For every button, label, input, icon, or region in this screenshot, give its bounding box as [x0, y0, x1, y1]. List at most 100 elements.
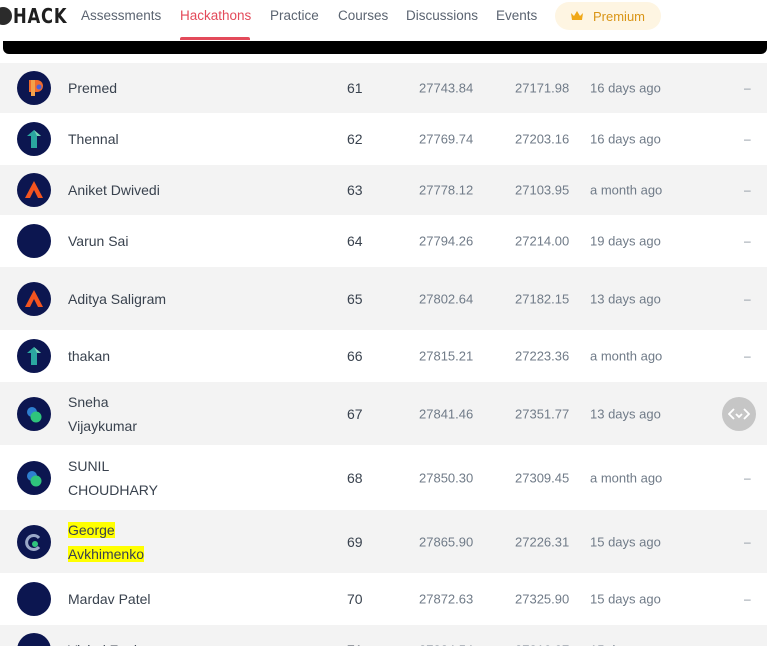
user-avatar[interactable]	[17, 122, 51, 156]
score-2: 27316.07	[515, 643, 569, 646]
submission-time: 15 days ago	[590, 534, 661, 549]
user-name[interactable]: SUNIL CHOUDHARY	[68, 454, 178, 502]
user-name[interactable]: Aniket Dwivedi	[68, 178, 160, 202]
rank: 68	[347, 469, 363, 486]
submission-time: a month ago	[590, 348, 663, 364]
user-avatar[interactable]	[17, 339, 51, 373]
rank: 67	[347, 405, 363, 422]
action-dash: –	[744, 592, 751, 606]
view-code-button[interactable]	[722, 396, 756, 431]
rank: 65	[347, 290, 363, 307]
score-2: 27171.98	[515, 80, 570, 96]
score-2: 27223.36	[515, 348, 570, 364]
user-avatar[interactable]	[17, 582, 51, 616]
hackerearth-logo[interactable]: HACK	[0, 4, 79, 28]
score-1: 27884.54	[419, 643, 473, 646]
leaderboard-row: Sneha Vijaykumar 67 27841.46 27351.77 13 day…	[0, 382, 767, 446]
user-name[interactable]: Thennal	[68, 127, 119, 151]
blank-avatar-icon	[17, 224, 51, 258]
submission-time: 15 days ago	[590, 643, 661, 646]
action-dash: –	[744, 183, 751, 197]
user-avatar[interactable]	[17, 281, 51, 316]
score-1: 27841.46	[419, 406, 474, 421]
rank: 71	[347, 642, 363, 646]
orange-triangle-icon	[25, 181, 43, 198]
leaderboard-row: SUNIL CHOUDHARY 68 27850.30 27309.45 a month…	[0, 446, 767, 510]
crown-icon	[571, 11, 583, 20]
user-avatar[interactable]	[17, 396, 51, 431]
premium-button[interactable]: Premium	[555, 2, 661, 30]
blank-avatar-icon	[17, 582, 51, 616]
teal-arrow-icon	[27, 130, 41, 148]
score-1: 27769.74	[419, 131, 474, 147]
blank-avatar-icon	[17, 633, 51, 646]
nav-discussions[interactable]: Discussions	[406, 8, 478, 23]
rank: 69	[347, 533, 363, 550]
nav-courses[interactable]: Courses	[338, 8, 388, 23]
submission-time: 13 days ago	[590, 291, 661, 306]
user-avatar[interactable]	[17, 224, 51, 258]
user-avatar[interactable]	[17, 460, 51, 495]
score-2: 27226.31	[515, 534, 570, 549]
nav-assessments[interactable]: Assessments	[81, 8, 161, 23]
rank: 70	[347, 591, 363, 607]
action-dash: –	[744, 132, 751, 146]
astronaut-logo-icon	[0, 7, 12, 25]
leaderboard-row: Varun Sai 64 27794.26 27214.00 19 days ago –	[0, 216, 767, 267]
user-avatar[interactable]	[17, 633, 51, 646]
leaderboard-row: Aditya Saligram 65 27802.64 27182.15 13 days…	[0, 267, 767, 331]
score-1: 27865.90	[419, 534, 474, 549]
nav-events[interactable]: Events	[496, 8, 537, 23]
user-avatar[interactable]	[17, 524, 51, 559]
user-name[interactable]: George Avkhimenko	[68, 518, 178, 566]
user-name[interactable]: Premed	[68, 76, 117, 100]
nav-practice[interactable]: Practice	[270, 8, 319, 23]
score-1: 27872.63	[419, 591, 474, 607]
teal-arrow-icon	[27, 347, 41, 365]
user-name[interactable]: thakan	[68, 344, 110, 368]
score-1: 27802.64	[419, 291, 474, 306]
submission-time: 16 days ago	[590, 131, 661, 147]
leaderboard-row: thakan 66 27815.21 27223.36 a month ago –	[0, 331, 767, 382]
score-1: 27815.21	[419, 348, 474, 364]
leaderboard-row: George Avkhimenko 69 27865.90 27226.31 15 da…	[0, 510, 767, 574]
nav-hackathons[interactable]: Hackathons	[180, 8, 251, 23]
leaderboard-row: Mardav Patel 70 27872.63 27325.90 15 days ag…	[0, 574, 767, 625]
rank: 63	[347, 182, 363, 198]
user-avatar[interactable]	[17, 71, 51, 105]
action-dash: –	[744, 470, 751, 485]
rank: 62	[347, 131, 363, 147]
score-2: 27214.00	[515, 233, 570, 249]
action-dash: –	[744, 291, 751, 306]
score-1: 27778.12	[419, 182, 474, 198]
user-name[interactable]: Varun Sai	[68, 229, 128, 253]
green-blue-dots-icon	[27, 470, 42, 486]
score-1: 27794.26	[419, 233, 474, 249]
user-name[interactable]: Aditya Saligram	[68, 287, 166, 311]
action-dash: –	[744, 534, 751, 549]
score-1: 27850.30	[419, 470, 474, 485]
code-icon	[728, 407, 750, 420]
user-name[interactable]: Vishal Zanje	[68, 638, 145, 646]
action-dash: –	[744, 349, 751, 363]
leaderboard-row: Premed 61 27743.84 27171.98 16 days ago –	[0, 63, 767, 114]
user-avatar[interactable]	[17, 173, 51, 207]
submission-time: a month ago	[590, 182, 663, 198]
leaderboard-table: Premed 61 27743.84 27171.98 16 days ago – Then…	[0, 63, 767, 646]
submission-time: 13 days ago	[590, 406, 661, 421]
submission-time: 16 days ago	[590, 80, 661, 96]
user-name[interactable]: Sneha Vijaykumar	[68, 390, 178, 438]
submission-time: a month ago	[590, 470, 663, 485]
action-dash: –	[744, 234, 751, 248]
user-name[interactable]: Mardav Patel	[68, 587, 150, 611]
leaderboard-row: Thennal 62 27769.74 27203.16 16 days ago –	[0, 114, 767, 165]
rank: 66	[347, 348, 363, 364]
orange-triangle-icon	[25, 289, 43, 307]
score-2: 27203.16	[515, 131, 570, 147]
score-2: 27309.45	[515, 470, 570, 485]
score-1: 27743.84	[419, 80, 474, 96]
premium-label: Premium	[593, 8, 646, 24]
logo-text: HACK	[13, 4, 68, 28]
active-tab-indicator	[180, 37, 250, 40]
top-navigation: HACK Assessments Hackathons Practice Cou…	[0, 0, 767, 41]
